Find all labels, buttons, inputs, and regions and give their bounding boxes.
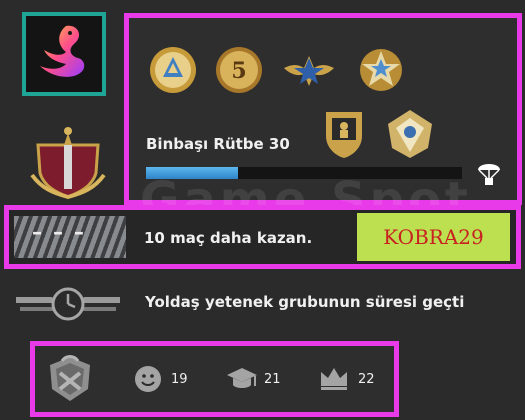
star-wings-medal-icon[interactable] xyxy=(282,46,336,94)
rank-title: Binbaşı Rütbe 30 xyxy=(146,135,290,153)
profile-avatar[interactable] xyxy=(22,12,106,96)
rank-insignia-icon xyxy=(50,355,90,401)
leader-count: 22 xyxy=(358,372,375,387)
fan-medal-icon[interactable] xyxy=(384,106,436,160)
teacher-count: 21 xyxy=(264,372,281,387)
cooldown-message: Yoldaş yetenek grubunun süresi geçti xyxy=(145,293,465,311)
soldier-medal-icon[interactable] xyxy=(320,106,368,160)
five-year-coin-icon[interactable]: 5 xyxy=(214,45,264,95)
star-medal-icon[interactable] xyxy=(356,45,406,95)
wins-needed-message: 10 maç daha kazan. xyxy=(144,229,313,247)
teacher-icon xyxy=(227,368,257,388)
leader-icon xyxy=(321,368,347,390)
faction-crest-icon xyxy=(30,127,106,199)
friendly-icon xyxy=(135,366,161,392)
care-package-icon[interactable] xyxy=(476,158,502,186)
xp-progress-fill xyxy=(146,167,238,179)
svg-text:5: 5 xyxy=(231,58,246,84)
service-medal-icon[interactable] xyxy=(148,45,198,95)
cooldown-clock-icon xyxy=(16,287,120,321)
skill-group-placeholder: – – – xyxy=(32,220,86,244)
friendly-count: 19 xyxy=(171,372,188,387)
swan-avatar-icon xyxy=(40,25,85,77)
promo-code-badge: KOBRA29 xyxy=(357,213,510,261)
